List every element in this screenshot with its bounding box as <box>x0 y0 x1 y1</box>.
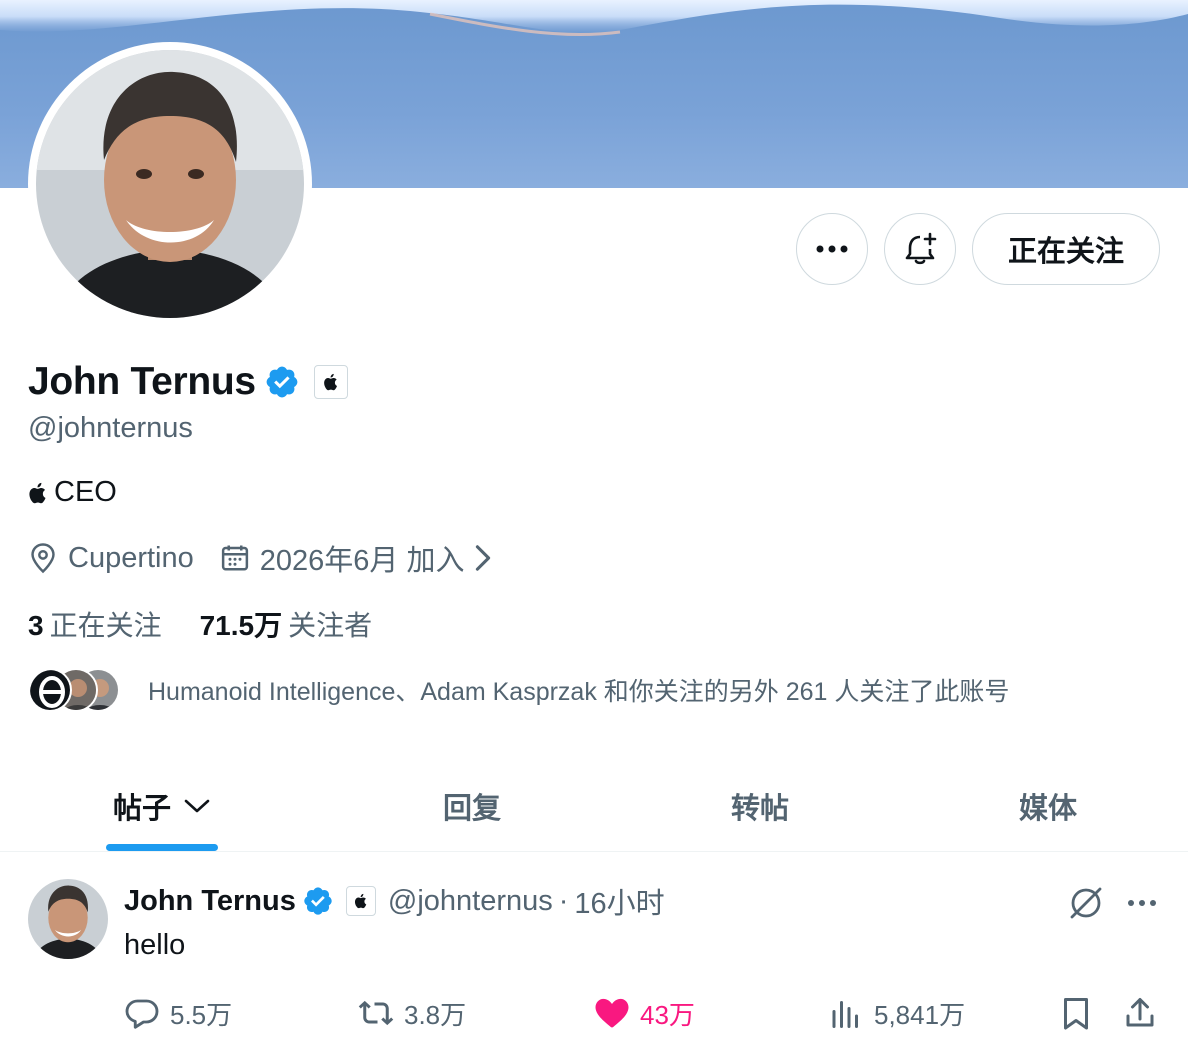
like-count: 43万 <box>640 999 695 1030</box>
repost-button[interactable]: 3.8万 <box>358 991 466 1035</box>
tab-reposts[interactable]: 转帖 <box>700 760 820 852</box>
like-button[interactable]: 43万 <box>594 991 695 1035</box>
bookmark-button[interactable] <box>1058 991 1094 1035</box>
post-author-avatar[interactable] <box>28 879 108 959</box>
post-timestamp[interactable]: 16小时 <box>574 880 664 922</box>
following-count: 3 <box>28 610 44 641</box>
more-options-button[interactable] <box>796 213 868 285</box>
apple-affiliation-badge[interactable] <box>313 365 348 399</box>
post-more-button[interactable] <box>1120 881 1164 925</box>
following-stat[interactable]: 3 正在关注 <box>28 604 162 644</box>
more-icon <box>816 245 848 253</box>
humanoid-intelligence-avatar <box>28 668 72 712</box>
share-icon <box>1126 998 1154 1027</box>
tab-media[interactable]: 媒体 <box>988 760 1108 852</box>
separator-dot: · <box>558 884 569 917</box>
profile-meta: Cupertino 2026年6月 加入 <box>28 538 492 578</box>
tab-posts[interactable]: 帖子 <box>106 760 218 852</box>
share-button[interactable] <box>1122 991 1158 1035</box>
location-text: Cupertino <box>68 541 194 574</box>
heart-filled-icon <box>595 998 629 1028</box>
following-button[interactable]: 正在关注 <box>972 213 1160 285</box>
notifications-button[interactable] <box>884 213 956 285</box>
avatar-image <box>36 50 304 318</box>
following-label: 正在关注 <box>49 610 162 641</box>
mutual-avatars <box>28 666 128 714</box>
joined-text: 2026年6月 加入 <box>259 545 465 577</box>
grok-button[interactable] <box>1064 881 1108 925</box>
views-count: 5,841万 <box>874 999 966 1030</box>
bookmark-icon <box>1064 998 1088 1030</box>
reply-count: 5.5万 <box>170 999 233 1030</box>
post-header: John Ternus @johnternus · 16小时 <box>124 879 665 923</box>
tab-replies[interactable]: 回复 <box>412 760 532 852</box>
profile-handle: @johnternus <box>28 412 193 444</box>
repost-icon <box>358 1000 394 1026</box>
chevron-down-icon <box>184 799 210 813</box>
avatar-image <box>28 879 108 959</box>
apple-logo-icon <box>354 893 367 909</box>
profile-tabs: 帖子 回复 转帖 媒体 <box>0 760 1188 852</box>
profile-name: John Ternus <box>28 360 256 403</box>
apple-affiliation-badge[interactable] <box>345 886 376 916</box>
post-actions: 5.5万 3.8万 43万 5,841万 <box>124 991 1164 1035</box>
post-text: hello <box>124 929 186 961</box>
profile-bio: CEO <box>28 476 117 509</box>
reply-icon <box>125 999 159 1029</box>
profile-avatar[interactable] <box>28 42 312 326</box>
views-button[interactable]: 5,841万 <box>828 991 965 1035</box>
views-chart-icon <box>832 1001 858 1028</box>
repost-count: 3.8万 <box>404 999 467 1030</box>
calendar-icon <box>221 545 248 571</box>
bio-text: CEO <box>54 476 117 508</box>
location-item: Cupertino <box>28 542 194 575</box>
verified-badge-icon[interactable] <box>302 885 334 917</box>
apple-logo-icon <box>29 482 46 503</box>
more-icon <box>1128 900 1156 906</box>
followers-stat[interactable]: 71.5万 关注者 <box>200 604 373 644</box>
followers-you-know-text: Humanoid Intelligence、Adam Kasprzak 和你关注… <box>148 678 1010 706</box>
profile-stats: 3 正在关注 71.5万 关注者 <box>28 604 372 644</box>
active-tab-indicator <box>106 844 218 851</box>
joined-item[interactable]: 2026年6月 加入 <box>220 537 493 579</box>
verified-badge-icon[interactable] <box>264 364 300 400</box>
post-author-handle[interactable]: @johnternus <box>388 885 553 918</box>
bell-plus-icon <box>905 232 937 265</box>
grok-icon <box>1070 887 1102 919</box>
reply-button[interactable]: 5.5万 <box>124 991 232 1035</box>
tab-posts-label: 帖子 <box>112 793 171 825</box>
followers-label: 关注者 <box>288 610 373 641</box>
chevron-right-icon <box>476 545 491 571</box>
post-item[interactable]: John Ternus @johnternus · 16小时 hello 5.5… <box>0 853 1188 1052</box>
post-author-name[interactable]: John Ternus <box>124 885 296 918</box>
location-pin-icon <box>31 543 55 574</box>
followers-you-know[interactable]: Humanoid Intelligence、Adam Kasprzak 和你关注… <box>28 666 1009 714</box>
followers-count: 71.5万 <box>199 610 283 641</box>
profile-name-row: John Ternus <box>28 356 348 408</box>
apple-logo-icon <box>323 373 337 391</box>
